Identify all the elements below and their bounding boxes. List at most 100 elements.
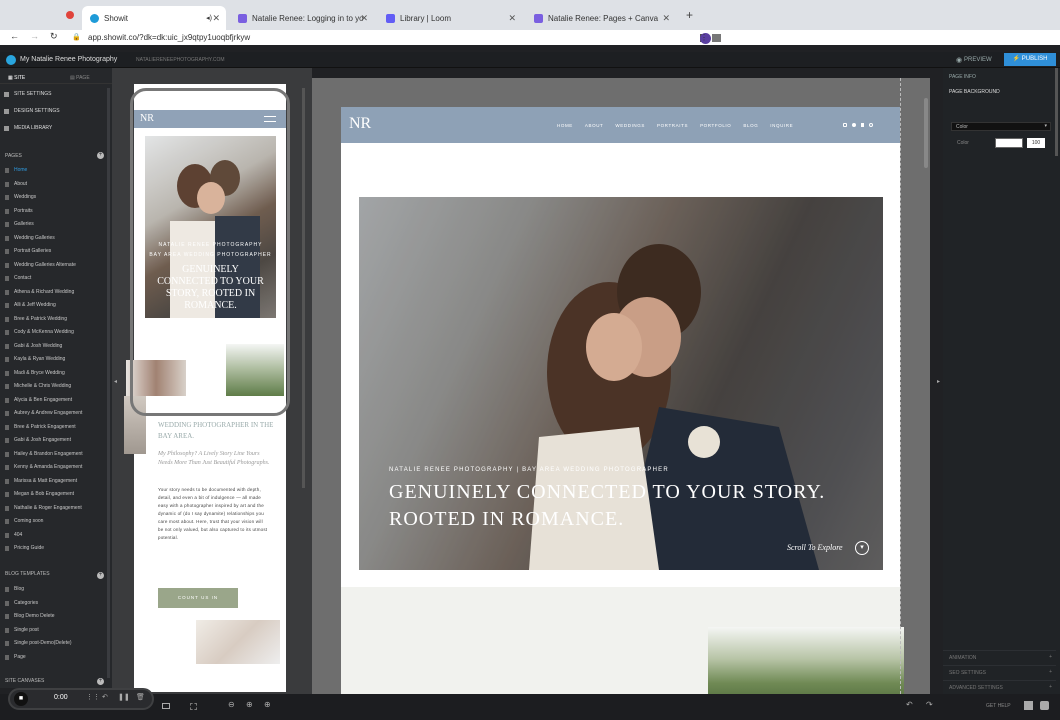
close-tab-icon[interactable]: ✕ — [212, 13, 220, 24]
sidebar-setting-item[interactable]: SITE SETTINGS — [14, 91, 52, 97]
page-item[interactable]: Portraits — [14, 208, 33, 214]
page-item[interactable]: Galleries — [14, 221, 34, 227]
back-icon[interactable]: ← — [10, 31, 19, 41]
panel-section[interactable]: SEO SETTINGS + — [943, 665, 1056, 679]
hero-image[interactable]: NATALIE RENEE PHOTOGRAPHY | BAY AREA WED… — [359, 197, 883, 570]
reload-icon[interactable]: ↻ — [50, 31, 58, 42]
nav-item[interactable]: PORTFOLIO — [700, 123, 731, 128]
menu-dots-icon[interactable]: ⋮ — [700, 34, 708, 42]
blog-template-item[interactable]: Single post — [14, 627, 39, 633]
add-canvas-icon[interactable]: + — [97, 678, 104, 685]
page-item[interactable]: About — [14, 181, 27, 187]
panel-section[interactable]: ANIMATION + — [943, 650, 1056, 664]
collapse-right-icon[interactable]: ▸ — [937, 378, 940, 385]
close-tab-icon[interactable]: ✕ — [360, 13, 368, 24]
add-page-icon[interactable]: + — [97, 152, 104, 159]
tab-page[interactable]: ▤ PAGE — [70, 75, 90, 81]
canvas-scrollbar[interactable] — [924, 98, 928, 168]
page-item[interactable]: Madi & Bryce Wedding — [14, 370, 65, 376]
page-item[interactable]: Bree & Patrick Engagement — [14, 424, 76, 430]
page-item[interactable]: Alycia & Ben Engagement — [14, 397, 72, 403]
pause-icon[interactable]: ❚❚ — [118, 693, 130, 701]
page-item[interactable]: Wedding Galleries Alternate — [14, 262, 76, 268]
background-type-select[interactable]: Color ▾ — [951, 122, 1051, 131]
mobile-column-scrollbar[interactable] — [302, 88, 305, 488]
blog-template-item[interactable]: Categories — [14, 600, 38, 606]
zoom-in-icon[interactable]: ⊕ — [246, 700, 253, 709]
forward-icon[interactable]: → — [30, 31, 39, 41]
twitter-icon[interactable] — [852, 123, 856, 127]
page-item[interactable]: Weddings — [14, 194, 36, 200]
preview-button[interactable]: PREVIEW — [964, 57, 992, 63]
mute-icon[interactable]: ◂) — [206, 14, 212, 22]
panel-scrollbar[interactable] — [1055, 68, 1058, 156]
tab-site[interactable]: ▦ SITE — [8, 75, 25, 81]
keyboard-icon[interactable] — [1024, 701, 1033, 710]
site-logo[interactable]: NR — [349, 115, 371, 133]
page-item[interactable]: Aubrey & Andrew Engagement — [14, 410, 82, 416]
grid-icon[interactable]: ⋮⋮ — [86, 693, 100, 701]
zoom-fit-icon[interactable]: ⊕ — [264, 700, 271, 709]
mobile-thumb-flowers[interactable] — [196, 620, 280, 664]
sidebar-setting-item[interactable]: DESIGN SETTINGS — [14, 108, 60, 114]
tab-loom[interactable]: Library | Loom ✕ — [378, 6, 522, 30]
tab-natalie-login[interactable]: Natalie Renee: Logging in to yo ✕ — [230, 6, 374, 30]
sidebar-scrollbar[interactable] — [107, 88, 110, 678]
grid-toggle-icon[interactable] — [190, 703, 197, 710]
color-swatch[interactable] — [995, 138, 1023, 148]
page-item[interactable]: Gabi & Josh Engagement — [14, 437, 71, 443]
close-window-icon[interactable] — [66, 11, 74, 19]
camera-icon[interactable] — [712, 34, 721, 42]
preview-icon[interactable]: ◉ — [956, 56, 962, 64]
page-item[interactable]: Pricing Guide — [14, 545, 44, 551]
facebook-icon[interactable] — [861, 123, 864, 127]
close-tab-icon[interactable]: ✕ — [508, 13, 516, 24]
publish-button[interactable]: ⚡ PUBLISH — [1004, 53, 1056, 66]
tab-natalie-pages[interactable]: Natalie Renee: Pages + Canva ✕ — [526, 6, 676, 30]
nav-item[interactable]: BLOG — [743, 123, 758, 128]
collapse-left-icon[interactable]: ◂ — [114, 378, 117, 385]
page-item[interactable]: 404 — [14, 532, 22, 538]
add-blog-template-icon[interactable]: + — [97, 572, 104, 579]
close-tab-icon[interactable]: ✕ — [662, 13, 670, 24]
page-item[interactable]: Marissa & Matt Engagement — [14, 478, 77, 484]
trash-icon[interactable]: 🗑 — [136, 693, 145, 701]
page-item[interactable]: Alli & Jeff Wedding — [14, 302, 56, 308]
tab-showit[interactable]: Showit ◂) ✕ — [82, 6, 226, 30]
redo-button[interactable]: ↷ — [926, 700, 933, 709]
page-item[interactable]: Bree & Patrick Wedding — [14, 316, 67, 322]
page-item[interactable]: Home — [14, 167, 27, 173]
page-item[interactable]: Portrait Galleries — [14, 248, 51, 254]
page-item[interactable]: Athena & Richard Wedding — [14, 289, 74, 295]
get-help-button[interactable]: GET HELP — [986, 703, 1011, 709]
blog-template-item[interactable]: Page — [14, 654, 26, 660]
page-item[interactable]: Hailey & Brandon Engagement — [14, 451, 83, 457]
page-item[interactable]: Megan & Bob Engagement — [14, 491, 74, 497]
zoom-out-icon[interactable]: ⊖ — [228, 700, 235, 709]
page-item[interactable]: Kenny & Amanda Engagement — [14, 464, 82, 470]
pinterest-icon[interactable] — [869, 123, 873, 127]
page-item[interactable]: Kayla & Ryan Wedding — [14, 356, 65, 362]
nav-item[interactable]: INQUIRE — [770, 123, 793, 128]
blog-template-item[interactable]: Single post-Demo(Delete) — [14, 640, 72, 646]
page-item[interactable]: Nathalie & Roger Engagement — [14, 505, 82, 511]
page-item[interactable]: Coming soon — [14, 518, 43, 524]
undo-button[interactable]: ↶ — [906, 700, 913, 709]
undo-icon[interactable]: ↶ — [102, 693, 108, 701]
sidebar-setting-item[interactable]: MEDIA LIBRARY — [14, 125, 52, 131]
page-item[interactable]: Michelle & Chris Wedding — [14, 383, 71, 389]
instagram-icon[interactable] — [843, 123, 847, 127]
new-tab-button[interactable]: + — [686, 8, 693, 22]
page-info-header[interactable]: PAGE INFO — [949, 74, 976, 80]
page-item[interactable]: Cody & McKenna Wedding — [14, 329, 74, 335]
blog-template-item[interactable]: Blog Demo Delete — [14, 613, 55, 619]
help-icon[interactable] — [1040, 701, 1049, 710]
nav-item[interactable]: HOME — [557, 123, 573, 128]
camera-record-icon[interactable]: ■ — [14, 692, 28, 706]
url-field[interactable]: app.showit.co/?dk=dk:uic_jx9qtpy1uoqbfjr… — [88, 33, 250, 42]
scroll-to-explore[interactable]: Scroll To Explore — [787, 543, 843, 552]
count-us-in-button[interactable]: COUNT US IN — [158, 588, 238, 608]
page-item[interactable]: Wedding Galleries — [14, 235, 55, 241]
blog-template-item[interactable]: Blog — [14, 586, 24, 592]
scroll-down-icon[interactable]: ▾ — [855, 541, 869, 555]
